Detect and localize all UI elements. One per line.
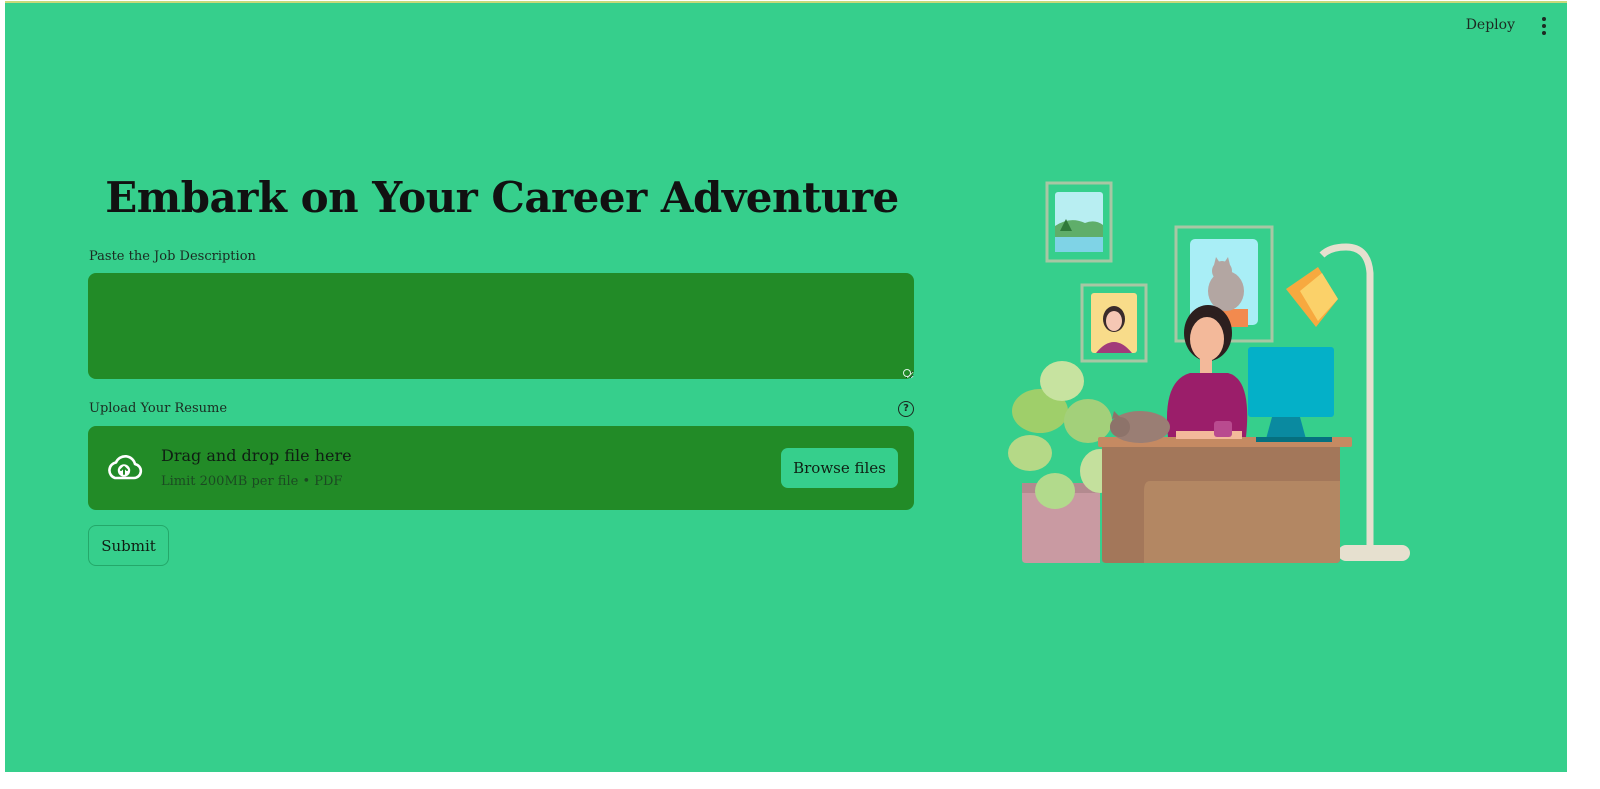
sleeping-cat: [1110, 411, 1170, 443]
file-dropzone[interactable]: Drag and drop file here Limit 200MB per …: [88, 426, 914, 510]
woman-at-desk-illustration: [1008, 181, 1410, 563]
job-description-label: Paste the Job Description: [89, 249, 256, 264]
app-container: Deploy Embark on Your Career Adventure P…: [5, 1, 1567, 772]
cloud-upload-icon: [108, 455, 143, 480]
dropzone-limit-text: Limit 200MB per file • PDF: [161, 474, 343, 489]
kebab-dot: [1542, 24, 1546, 28]
header-toolbar: Deploy: [5, 3, 1567, 49]
kebab-menu-icon[interactable]: [1535, 15, 1553, 37]
submit-button[interactable]: Submit: [88, 525, 169, 566]
window-edge: [1567, 0, 1600, 789]
window-edge: [0, 772, 1600, 789]
resize-handle-icon[interactable]: [903, 369, 911, 377]
page-title: Embark on Your Career Adventure: [105, 173, 899, 222]
landscape-picture-frame: [1045, 181, 1113, 263]
help-circle-icon[interactable]: ?: [898, 401, 914, 417]
portrait-picture-frame: [1080, 283, 1148, 363]
deploy-button[interactable]: Deploy: [1466, 17, 1515, 33]
resume-upload-label: Upload Your Resume: [89, 401, 228, 416]
kebab-dot: [1542, 17, 1546, 21]
kebab-dot: [1542, 31, 1546, 35]
dropzone-instructions: Drag and drop file here: [161, 446, 352, 465]
browse-files-button[interactable]: Browse files: [781, 448, 898, 488]
desk: [1098, 437, 1352, 563]
job-description-input[interactable]: [88, 273, 914, 379]
computer-monitor: [1248, 347, 1334, 442]
